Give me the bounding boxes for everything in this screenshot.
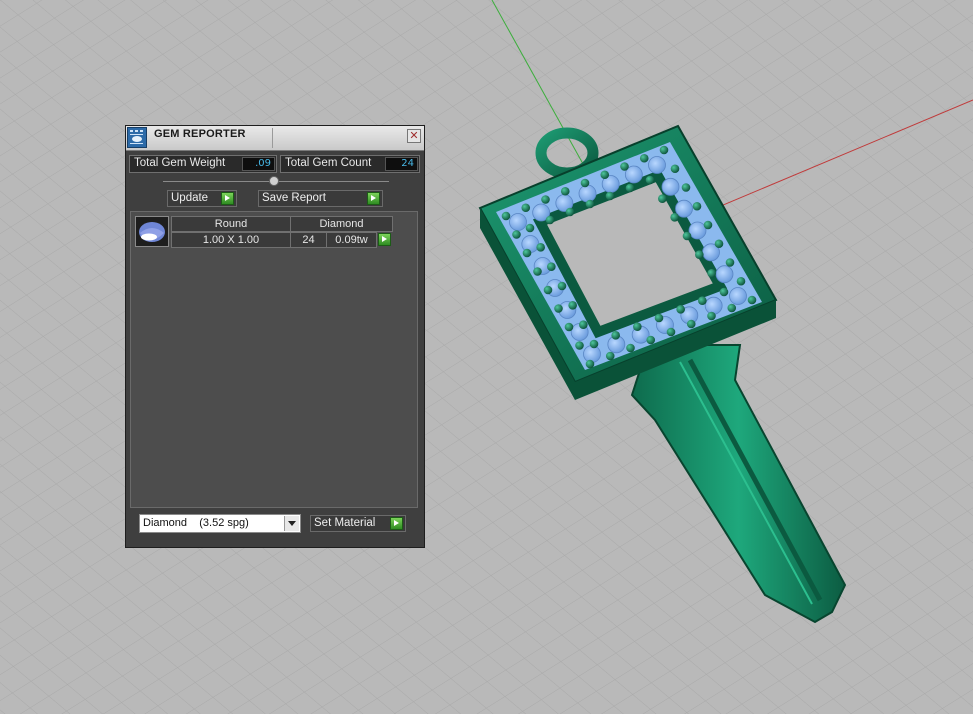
green-arrow-icon: [221, 192, 234, 205]
prong-bead: [747, 295, 757, 305]
gem-list[interactable]: Round Diamond 1.00 X 1.00 24 0.09tw: [130, 211, 418, 508]
gem-size-cell: 1.00 X 1.00: [171, 232, 291, 248]
total-gem-count: Total Gem Count 24: [280, 155, 420, 173]
total-gem-count-value: 24: [385, 157, 418, 171]
update-button-label: Update: [171, 192, 209, 204]
prong-bead: [736, 276, 746, 286]
gem-stone: [509, 213, 527, 231]
prong-bead: [611, 331, 620, 340]
prong-bead: [633, 322, 642, 331]
prong-bead: [521, 203, 531, 213]
prong-bead: [654, 313, 664, 323]
prong-bead: [547, 262, 556, 271]
gem-reporter-panel: GEM REPORTER ✕ Total Gem Weight .09 Tota…: [125, 125, 425, 548]
prong-bead: [579, 320, 588, 329]
prong-bead: [580, 178, 590, 188]
gem-stone: [675, 199, 693, 218]
prong-bead: [670, 213, 679, 222]
prong-bead: [600, 170, 610, 180]
prong-bead: [557, 281, 567, 291]
prong-bead: [525, 223, 535, 233]
material-select-value: Diamond (3.52 spg): [143, 517, 249, 529]
prong-bead: [658, 194, 667, 203]
prong-bead: [686, 319, 696, 329]
prong-bead: [512, 230, 521, 239]
prong-bead: [725, 258, 735, 267]
gem-stone: [704, 296, 723, 315]
prong-bead: [625, 183, 635, 193]
prong-bead: [543, 285, 553, 295]
save-report-button[interactable]: Save Report: [258, 190, 383, 207]
prong-bead: [659, 145, 669, 155]
green-arrow-icon[interactable]: [378, 233, 391, 246]
gem-stone: [583, 345, 601, 363]
prong-bead: [719, 287, 729, 297]
prong-bead: [568, 301, 577, 310]
gem-stone: [648, 156, 666, 174]
prong-bead: [585, 359, 595, 369]
prong-bead: [620, 162, 629, 171]
prong-bead: [554, 304, 563, 313]
prong-bead: [646, 335, 656, 345]
prong-bead: [707, 269, 716, 278]
prong-bead: [676, 305, 685, 314]
prong-bead: [681, 183, 691, 192]
save-report-button-label: Save Report: [262, 192, 326, 204]
gem-stone: [661, 177, 680, 196]
prong-bead: [707, 311, 716, 321]
total-gem-count-label: Total Gem Count: [285, 157, 372, 169]
gem-stone: [729, 287, 747, 305]
panel-slider-handle[interactable]: [269, 176, 279, 186]
green-arrow-icon: [367, 192, 380, 205]
prong-bead: [605, 351, 615, 361]
prong-bead: [564, 322, 574, 332]
close-icon[interactable]: ✕: [407, 129, 421, 143]
update-button[interactable]: Update: [167, 190, 237, 207]
prong-bead: [533, 267, 542, 276]
gem-stone: [578, 184, 597, 203]
prong-bead: [545, 215, 555, 225]
set-material-button-label: Set Material: [314, 517, 376, 529]
title-separator: [272, 128, 273, 148]
gem-stone: [715, 265, 734, 284]
prong-bead: [666, 327, 676, 337]
prong-bead: [695, 250, 704, 259]
prong-bead: [645, 175, 655, 185]
prong-bead: [698, 296, 707, 305]
prong-bead: [605, 191, 615, 201]
prong-bead: [560, 186, 570, 196]
prong-bead: [727, 303, 737, 313]
prong-bead: [670, 164, 680, 174]
total-gem-weight-label: Total Gem Weight: [134, 157, 226, 169]
prong-bead: [589, 339, 599, 349]
prong-bead: [522, 248, 532, 258]
gem-weight-cell: 0.09tw: [326, 232, 377, 248]
total-gem-weight: Total Gem Weight .09: [129, 155, 277, 173]
chevron-down-icon[interactable]: [284, 516, 299, 531]
round-gem-icon[interactable]: [135, 216, 169, 247]
total-gem-weight-value: .09: [242, 157, 275, 171]
prong-bead: [626, 343, 635, 353]
prong-bead: [692, 201, 702, 211]
title-bar[interactable]: GEM REPORTER ✕: [126, 126, 424, 151]
gem-count-cell: 24: [290, 232, 327, 248]
prong-bead: [682, 231, 692, 241]
gem-reporter-app-icon: [127, 127, 147, 148]
prong-bead: [585, 199, 595, 209]
gem-shape-cell: Round: [171, 216, 291, 232]
gem-material-cell: Diamond: [290, 216, 393, 232]
prong-bead: [639, 153, 649, 163]
prong-bead: [541, 195, 550, 204]
prong-bead: [501, 211, 511, 221]
prong-bead: [575, 341, 584, 350]
prong-bead: [703, 220, 713, 230]
prong-bead: [714, 239, 724, 249]
green-arrow-icon: [390, 517, 403, 530]
material-select[interactable]: Diamond (3.52 spg): [139, 514, 301, 533]
prong-bead: [536, 243, 545, 252]
gem-stone: [688, 221, 707, 240]
window-title: GEM REPORTER: [154, 128, 246, 140]
set-material-button[interactable]: Set Material: [310, 515, 406, 532]
prong-bead: [565, 207, 575, 217]
